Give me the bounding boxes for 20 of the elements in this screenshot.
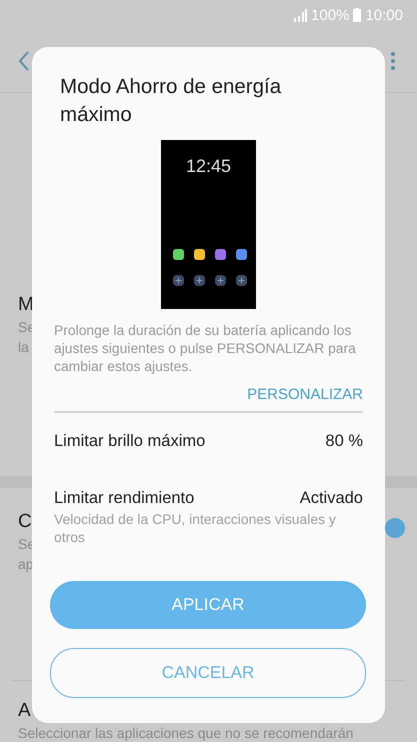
preview-clock: 12:45: [186, 156, 232, 177]
setting-title: A: [18, 699, 31, 723]
battery-icon: [353, 8, 362, 22]
dialog-title: Modo Ahorro de energía máximo: [60, 74, 282, 128]
setting-description: Velocidad de la CPU, interacciones visuales y otros: [54, 510, 337, 546]
setting-value: Activado: [300, 489, 363, 508]
setting-title: C: [18, 510, 32, 534]
customize-link[interactable]: PERSONALIZAR: [247, 386, 363, 403]
cancel-button[interactable]: CANCELAR: [50, 648, 366, 698]
setting-label: Limitar brillo máximo: [54, 432, 206, 451]
more-options-icon[interactable]: [391, 51, 395, 71]
dialog-description: Prolonge la duración de su batería aplicando los ajustes siguientes o pulse PERSONALIZAR para cambiar estos ajustes.: [54, 321, 357, 375]
setting-description: la: [18, 338, 29, 357]
setting-value: 80 %: [325, 432, 363, 451]
setting-description: Seleccionar las aplicaciones que no se recomendarán: [18, 724, 354, 742]
switch-thumb[interactable]: [385, 518, 405, 538]
apply-button[interactable]: APLICAR: [50, 581, 366, 629]
setting-label: Limitar rendimiento: [54, 489, 194, 508]
signal-icon: [293, 8, 308, 22]
back-icon[interactable]: [18, 51, 30, 71]
